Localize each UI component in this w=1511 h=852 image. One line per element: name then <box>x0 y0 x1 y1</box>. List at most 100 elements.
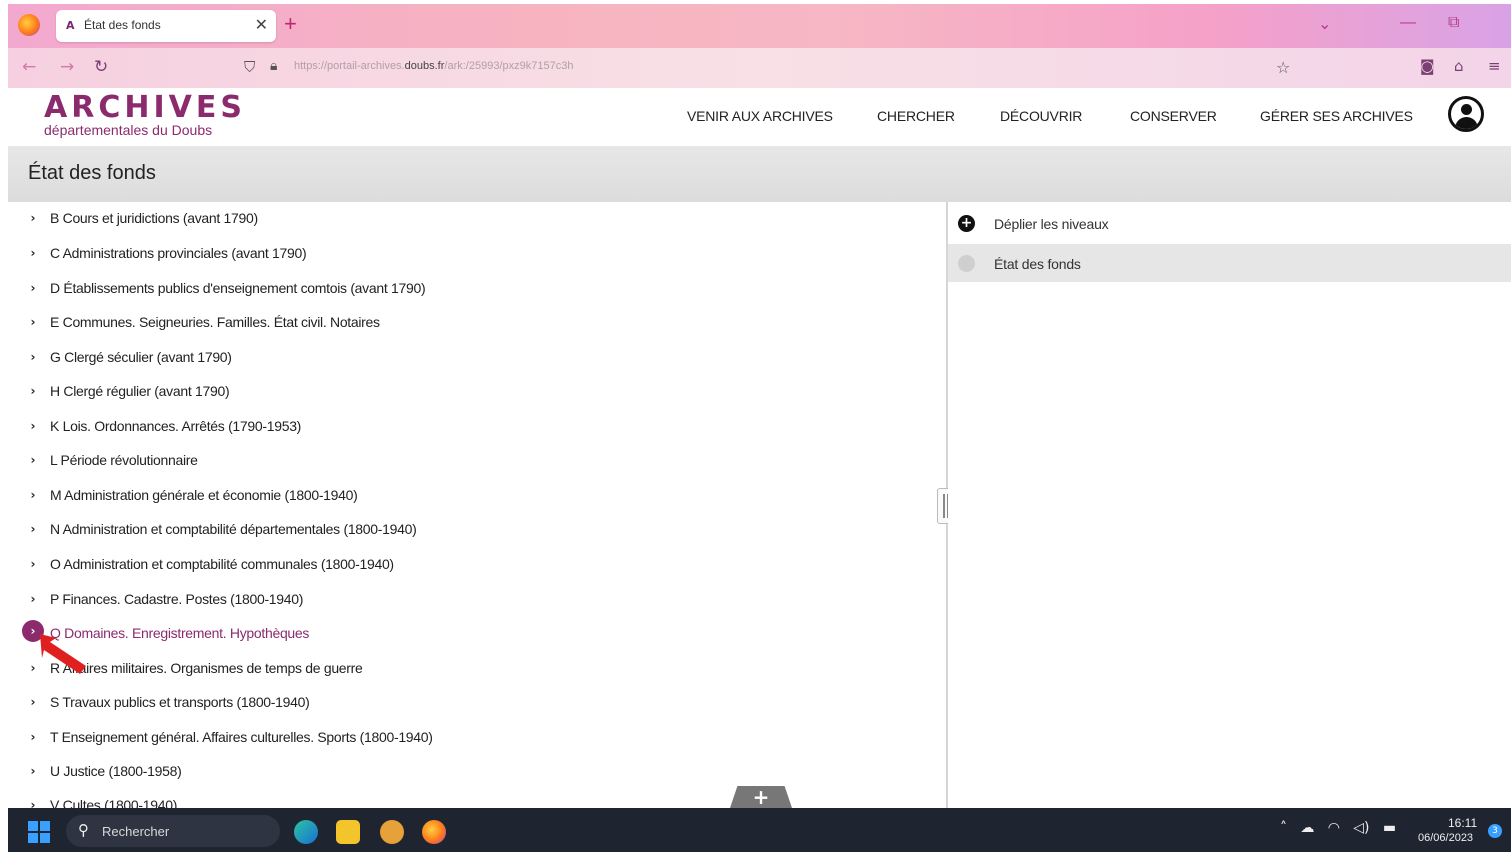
tree-item-label[interactable]: T Enseignement général. Affaires culture… <box>50 729 433 745</box>
chevron-right-icon[interactable]: › <box>26 730 40 744</box>
tree-item-label[interactable]: U Justice (1800-1958) <box>50 763 182 779</box>
tree-item[interactable]: › E Communes. Seigneuries. Familles. État… <box>8 307 908 341</box>
url-bar[interactable]: ⛉ 🔒︎ https://portail-archives.doubs.fr/a… <box>236 53 1296 83</box>
tree-item[interactable]: › H Clergé régulier (avant 1790) <box>8 376 908 410</box>
tree-item-label[interactable]: K Lois. Ordonnances. Arrêtés (1790-1953) <box>50 418 301 434</box>
tree-item-label[interactable]: O Administration et comptabilité communa… <box>50 556 394 572</box>
tree-item[interactable]: › U Justice (1800-1958) <box>8 756 908 790</box>
tree-item-label[interactable]: C Administrations provinciales (avant 17… <box>50 245 307 261</box>
back-arrow-icon[interactable]: ← <box>22 57 36 77</box>
chevron-right-icon[interactable]: › <box>26 384 40 398</box>
tree-item[interactable]: › L Période révolutionnaire <box>8 445 908 479</box>
tree-item[interactable]: › K Lois. Ordonnances. Arrêtés (1790-1953… <box>8 411 908 445</box>
tree-item-label[interactable]: S Travaux publics et transports (1800-19… <box>50 694 310 710</box>
tree-item-label[interactable]: G Clergé séculier (avant 1790) <box>50 349 232 365</box>
pocket-icon[interactable]: ◙ <box>1420 57 1435 75</box>
page-title: État des fonds <box>28 162 156 184</box>
tree-item-label[interactable]: E Communes. Seigneuries. Familles. État … <box>50 314 380 330</box>
tree-item[interactable]: › P Finances. Cadastre. Postes (1800-1940… <box>8 584 908 618</box>
notification-badge[interactable]: 3 <box>1488 824 1502 838</box>
chevron-right-icon[interactable]: › <box>26 764 40 778</box>
clock-time[interactable]: 16:11 <box>1448 816 1477 830</box>
taskbar-search-box[interactable]: ⚲ Rechercher <box>66 815 280 847</box>
fonds-tree: › B Cours et juridictions (avant 1790) › C … <box>8 202 946 808</box>
account-icon[interactable] <box>1448 96 1484 132</box>
windows-start-icon[interactable] <box>28 821 50 843</box>
tree-item[interactable]: › O Administration et comptabilité commun… <box>8 549 908 583</box>
add-panel-button[interactable]: + <box>730 786 792 808</box>
tree-item-label[interactable]: R Affaires militaires. Organismes de tem… <box>50 660 363 676</box>
chevron-right-icon[interactable]: › <box>26 522 40 536</box>
tree-item-label[interactable]: B Cours et juridictions (avant 1790) <box>50 210 258 226</box>
tree-item-label[interactable]: V Cultes (1800-1940) <box>50 797 177 808</box>
firefox-icon[interactable] <box>18 14 40 36</box>
url-text[interactable]: https://portail-archives.doubs.fr/ark:/2… <box>294 60 573 72</box>
chevron-right-icon[interactable]: › <box>26 315 40 329</box>
tree-item-label[interactable]: P Finances. Cadastre. Postes (1800-1940) <box>50 591 303 607</box>
fonds-root-item[interactable]: État des fonds <box>948 244 1511 282</box>
tree-item[interactable]: › S Travaux publics et transports (1800-1… <box>8 687 908 721</box>
edge-icon[interactable] <box>294 820 318 844</box>
fonds-node-icon <box>958 255 975 272</box>
app-icon[interactable] <box>380 820 404 844</box>
menu-conserver[interactable]: CONSERVER <box>1130 108 1217 124</box>
site-logo-subtitle[interactable]: départementales du Doubs <box>44 122 212 138</box>
new-tab-button[interactable]: + <box>284 11 297 37</box>
reload-icon[interactable]: ↻ <box>94 57 108 77</box>
chevron-right-icon[interactable]: › <box>26 246 40 260</box>
menu-chercher[interactable]: CHERCHER <box>877 108 955 124</box>
tab-title: État des fonds <box>84 18 161 32</box>
browser-nav-bar: ← → ↻ ⛉ 🔒︎ https://portail-archives.doub… <box>8 48 1511 88</box>
expand-levels-button[interactable]: + Déplier les niveaux <box>948 204 1511 242</box>
chevron-right-icon[interactable]: › <box>26 453 40 467</box>
chevron-right-icon[interactable]: › <box>26 798 40 808</box>
extensions-icon[interactable]: ⌂ <box>1454 57 1464 75</box>
tree-item[interactable]: › C Administrations provinciales (avant 1… <box>8 238 908 272</box>
shield-icon[interactable]: ⛉ <box>244 58 255 76</box>
tree-item-label[interactable]: L Période révolutionnaire <box>50 452 198 468</box>
clock-date[interactable]: 06/06/2023 <box>1418 832 1473 844</box>
tree-item-label[interactable]: H Clergé régulier (avant 1790) <box>50 383 230 399</box>
chevron-right-icon[interactable]: › <box>26 488 40 502</box>
tree-item[interactable]: › D Établissements publics d'enseignement… <box>8 273 908 307</box>
chevron-right-icon[interactable]: › <box>26 419 40 433</box>
tab-close-icon[interactable]: ✕ <box>255 15 268 34</box>
tree-item[interactable]: › G Clergé séculier (avant 1790) <box>8 342 908 376</box>
firefox-taskbar-icon[interactable] <box>422 820 446 844</box>
tree-item[interactable]: › Q Domaines. Enregistrement. Hypothèques <box>8 618 908 652</box>
tree-item[interactable]: › B Cours et juridictions (avant 1790) <box>8 203 908 237</box>
tree-item[interactable]: › T Enseignement général. Affaires cultur… <box>8 722 908 756</box>
minimize-button[interactable]: — <box>1400 14 1416 32</box>
tree-item[interactable]: › R Affaires militaires. Organismes de te… <box>8 653 908 687</box>
chevron-right-icon[interactable]: › <box>26 211 40 225</box>
bookmark-star-icon[interactable]: ☆ <box>1276 58 1290 77</box>
archives-favicon-icon: A <box>66 19 75 32</box>
cursor-arrow-icon <box>40 634 86 674</box>
list-tabs-icon[interactable]: ⌄ <box>1318 14 1331 34</box>
chevron-right-icon[interactable]: › <box>26 557 40 571</box>
menu-gerer-ses-archives[interactable]: GÉRER SES ARCHIVES <box>1260 108 1413 124</box>
tree-item[interactable]: › N Administration et comptabilité départ… <box>8 514 908 548</box>
page-title-bar: État des fonds <box>8 146 1511 202</box>
chevron-right-icon[interactable]: › <box>26 592 40 606</box>
restore-button[interactable]: ⧉ <box>1448 14 1459 32</box>
site-header: ARCHIVES départementales du Doubs VENIR … <box>8 88 1511 146</box>
tree-item[interactable]: › M Administration générale et économie (… <box>8 480 908 514</box>
right-panel: + Déplier les niveaux État des fonds <box>948 202 1511 808</box>
lock-icon[interactable]: 🔒︎ <box>270 58 277 74</box>
file-explorer-icon[interactable] <box>336 820 360 844</box>
menu-icon[interactable]: ≡ <box>1488 57 1501 75</box>
tree-item-label[interactable]: N Administration et comptabilité départe… <box>50 521 417 537</box>
chevron-right-icon[interactable]: › <box>26 281 40 295</box>
tree-item-label[interactable]: M Administration générale et économie (1… <box>50 487 358 503</box>
menu-decouvrir[interactable]: DÉCOUVRIR <box>1000 108 1082 124</box>
chevron-right-icon[interactable]: › <box>26 695 40 709</box>
chevron-right-icon[interactable]: › <box>26 350 40 364</box>
tree-item-label[interactable]: D Établissements publics d'enseignement … <box>50 280 426 296</box>
system-tray[interactable]: ˄ ☁ ◠ ◁) ▬ <box>1280 820 1396 836</box>
forward-arrow-icon[interactable]: → <box>60 57 74 77</box>
browser-tab-bar: A État des fonds ✕ + ⌄ — ⧉ <box>8 4 1511 48</box>
menu-venir-aux-archives[interactable]: VENIR AUX ARCHIVES <box>687 108 833 124</box>
browser-tab-active[interactable]: A État des fonds ✕ <box>56 10 276 42</box>
site-logo-title[interactable]: ARCHIVES <box>44 90 246 125</box>
